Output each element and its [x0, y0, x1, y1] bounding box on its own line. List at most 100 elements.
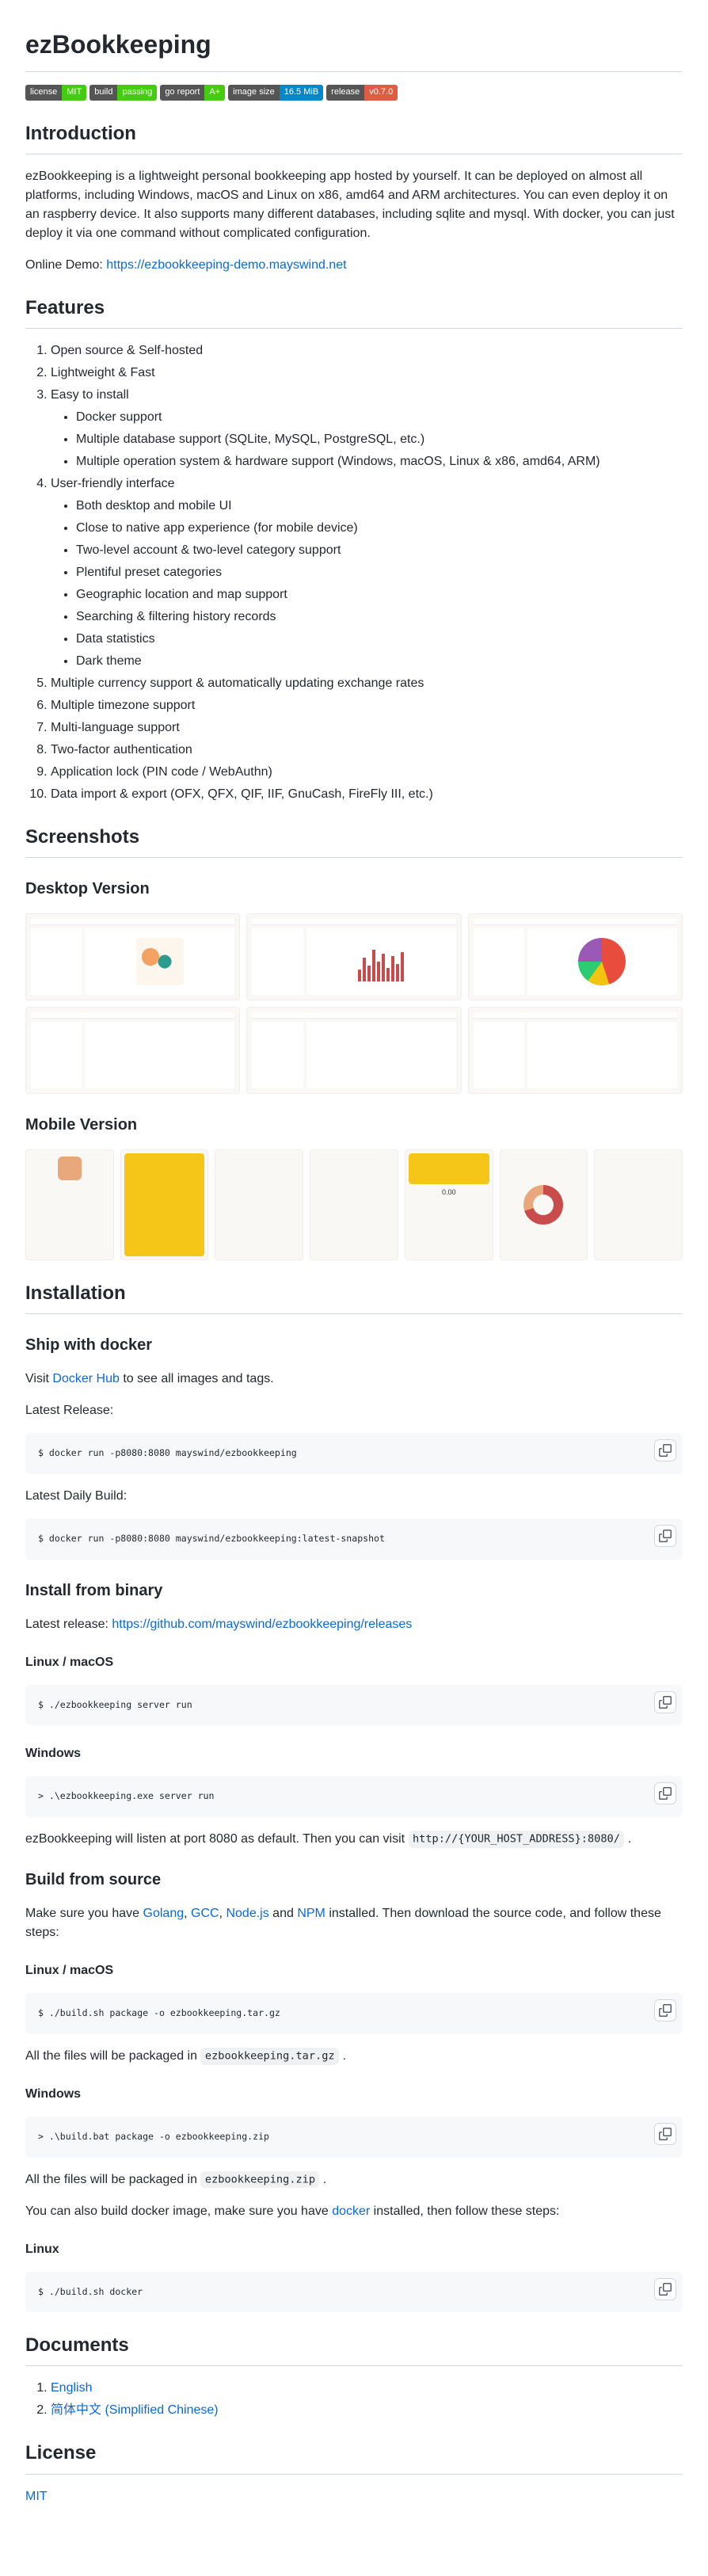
list-item: Multiple operation system & hardware sup… [76, 452, 683, 471]
list-item: Multiple database support (SQLite, MySQL… [76, 430, 683, 449]
copy-button[interactable] [654, 1525, 676, 1547]
screenshots-heading: Screenshots [25, 823, 683, 858]
list-item: Two-factor authentication [51, 741, 683, 760]
screenshot-thumb [25, 913, 240, 1000]
code-block: $ docker run -p8080:8080 mayswind/ezbook… [25, 1433, 683, 1474]
page-title: ezBookkeeping [25, 25, 683, 72]
npm-link[interactable]: NPM [297, 1907, 325, 1920]
badge[interactable]: releasev0.7.0 [326, 85, 398, 101]
docker-heading: Ship with docker [25, 1333, 683, 1357]
binary-heading: Install from binary [25, 1579, 683, 1602]
source-prereq: Make sure you have Golang, GCC, Node.js … [25, 1904, 683, 1942]
list-item: Geographic location and map support [76, 585, 683, 604]
screenshot-thumb [120, 1149, 209, 1260]
pkg-linux-text: All the files will be packaged in ezbook… [25, 2047, 683, 2066]
badge[interactable]: image size16.5 MiB [228, 85, 323, 101]
desktop-screenshots [25, 913, 683, 1094]
license-text: MIT [25, 2487, 683, 2506]
copy-button[interactable] [654, 1691, 676, 1713]
linux-heading: Linux [25, 2240, 683, 2259]
mobile-screenshots: 0.00 [25, 1149, 683, 1260]
docker-visit: Visit Docker Hub to see all images and t… [25, 1370, 683, 1389]
screenshot-thumb [468, 913, 683, 1000]
mobile-heading: Mobile Version [25, 1113, 683, 1137]
binary-latest: Latest release: https://github.com/maysw… [25, 1615, 683, 1634]
features-heading: Features [25, 294, 683, 329]
docker-link[interactable]: docker [332, 2204, 370, 2218]
badge-row: licenseMITbuildpassinggo reportA+image s… [25, 85, 683, 101]
list-item: Docker support [76, 408, 683, 427]
list-item: Plentiful preset categories [76, 563, 683, 582]
list-item: Application lock (PIN code / WebAuthn) [51, 763, 683, 782]
list-item: Searching & filtering history records [76, 608, 683, 627]
docker-build-text: You can also build docker image, make su… [25, 2202, 683, 2221]
list-item: Multiple currency support & automaticall… [51, 674, 683, 693]
desktop-heading: Desktop Version [25, 877, 683, 901]
list-item: User-friendly interface Both desktop and… [51, 474, 683, 671]
code-block: $ docker run -p8080:8080 mayswind/ezbook… [25, 1519, 683, 1560]
copy-button[interactable] [654, 2123, 676, 2145]
gcc-link[interactable]: GCC [191, 1907, 219, 1920]
list-item: English [51, 2379, 683, 2398]
nodejs-link[interactable]: Node.js [226, 1907, 268, 1920]
docs-list: English 简体中文 (Simplified Chinese) [25, 2379, 683, 2420]
copy-button[interactable] [654, 1782, 676, 1804]
list-item: Both desktop and mobile UI [76, 497, 683, 516]
intro-text: ezBookkeeping is a lightweight personal … [25, 167, 683, 243]
pkg-win-text: All the files will be packaged in ezbook… [25, 2170, 683, 2189]
listen-text: ezBookkeeping will listen at port 8080 a… [25, 1830, 683, 1849]
docker-hub-link[interactable]: Docker Hub [52, 1372, 119, 1385]
screenshot-thumb [310, 1149, 398, 1260]
screenshot-thumb [215, 1149, 303, 1260]
releases-link[interactable]: https://github.com/mayswind/ezbookkeepin… [112, 1618, 412, 1631]
list-item: Two-level account & two-level category s… [76, 541, 683, 560]
copy-button[interactable] [654, 1439, 676, 1461]
mit-link[interactable]: MIT [25, 2490, 48, 2503]
windows-heading: Windows [25, 1744, 683, 1763]
list-item: 简体中文 (Simplified Chinese) [51, 2401, 683, 2420]
list-item: Dark theme [76, 652, 683, 671]
list-item: Lightweight & Fast [51, 364, 683, 383]
installation-heading: Installation [25, 1279, 683, 1314]
intro-heading: Introduction [25, 120, 683, 154]
code-block: $ ./build.sh docker [25, 2272, 683, 2313]
screenshot-thumb [246, 1007, 461, 1094]
linux-macos-heading: Linux / macOS [25, 1961, 683, 1980]
screenshot-thumb [25, 1007, 240, 1094]
screenshot-thumb: 0.00 [405, 1149, 493, 1260]
screenshot-thumb [500, 1149, 588, 1260]
code-block: $ ./ezbookkeeping server run [25, 1685, 683, 1726]
demo-line: Online Demo: https://ezbookkeeping-demo.… [25, 256, 683, 275]
list-item: Easy to install Docker support Multiple … [51, 386, 683, 471]
badge[interactable]: go reportA+ [160, 85, 225, 101]
list-item: Open source & Self-hosted [51, 341, 683, 360]
list-item: Multiple timezone support [51, 696, 683, 715]
code-block: > .\build.bat package -o ezbookkeeping.z… [25, 2117, 683, 2158]
documents-heading: Documents [25, 2331, 683, 2366]
source-heading: Build from source [25, 1868, 683, 1892]
screenshot-thumb [594, 1149, 683, 1260]
copy-button[interactable] [654, 1999, 676, 2022]
badge[interactable]: licenseMIT [25, 85, 86, 101]
license-heading: License [25, 2439, 683, 2474]
features-list: Open source & Self-hosted Lightweight & … [25, 341, 683, 804]
linux-macos-heading: Linux / macOS [25, 1653, 683, 1672]
list-item: Multi-language support [51, 718, 683, 737]
list-item: Data import & export (OFX, QFX, QIF, IIF… [51, 785, 683, 804]
screenshot-thumb [246, 913, 461, 1000]
list-item: Data statistics [76, 630, 683, 649]
chinese-doc-link[interactable]: 简体中文 (Simplified Chinese) [51, 2403, 219, 2417]
code-block: > .\ezbookkeeping.exe server run [25, 1776, 683, 1817]
demo-link[interactable]: https://ezbookkeeping-demo.mayswind.net [106, 258, 346, 272]
latest-daily-label: Latest Daily Build: [25, 1487, 683, 1506]
english-doc-link[interactable]: English [51, 2381, 92, 2395]
latest-release-label: Latest Release: [25, 1401, 683, 1420]
copy-button[interactable] [654, 2278, 676, 2300]
golang-link[interactable]: Golang [143, 1907, 185, 1920]
screenshot-thumb [468, 1007, 683, 1094]
badge[interactable]: buildpassing [89, 85, 157, 101]
screenshot-thumb [25, 1149, 114, 1260]
windows-heading: Windows [25, 2085, 683, 2104]
code-block: $ ./build.sh package -o ezbookkeeping.ta… [25, 1993, 683, 2034]
list-item: Close to native app experience (for mobi… [76, 519, 683, 538]
